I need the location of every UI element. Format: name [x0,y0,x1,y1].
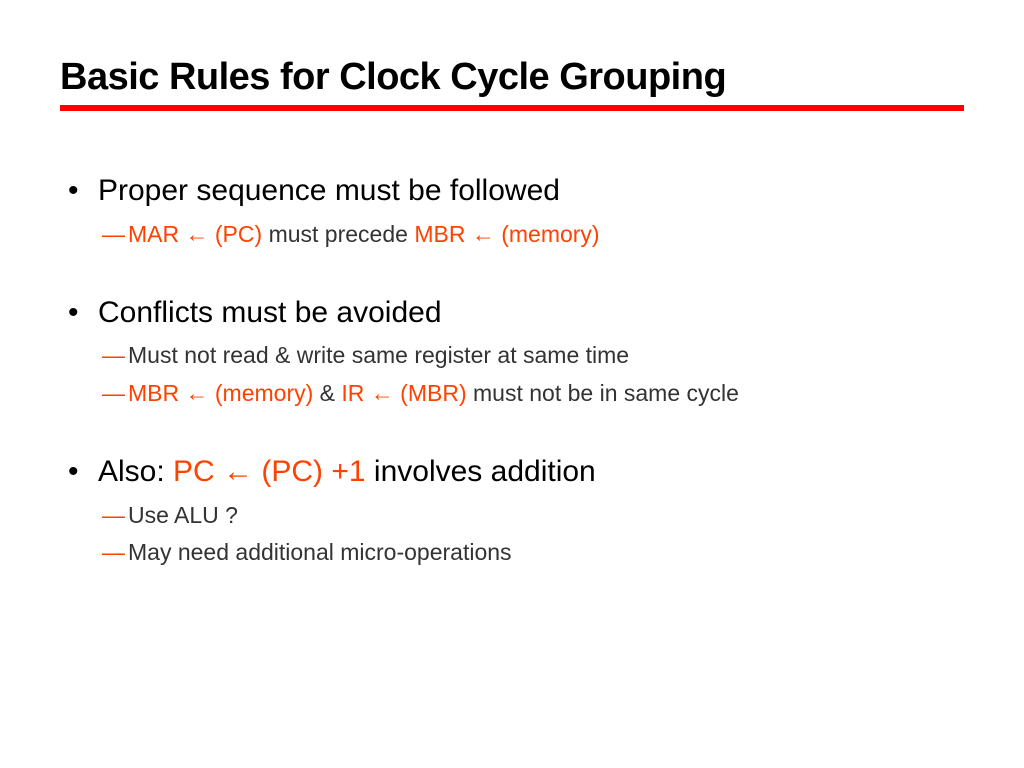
dash-icon: — [102,339,128,372]
sub-bullet-item: —MAR ← (PC) must precede MBR ← (memory) [102,218,964,251]
left-arrow-icon: ← [186,380,209,406]
highlight-text: MBR [414,221,472,247]
bullet-group: •Conflicts must be avoided —Must not read… [68,293,964,410]
body-text: Also: [98,455,173,488]
bullet-dot-icon: • [68,452,98,493]
bullet-text: Proper sequence must be followed [98,171,964,212]
slide-title: Basic Rules for Clock Cycle Grouping [60,56,964,105]
sub-bullet-item: —Must not read & write same register at … [102,339,964,372]
body-text: must precede [269,221,415,247]
body-text: involves addition [374,455,596,488]
bullet-group: •Proper sequence must be followed —MAR ← … [68,171,964,251]
highlight-text: (MBR) [394,380,473,406]
highlight-text: (memory) [209,380,320,406]
bullet-item: •Also: PC ← (PC) +1 involves addition [68,452,964,493]
highlight-text: (PC) +1 [253,455,374,488]
sub-bullet-item: —May need additional micro-operations [102,536,964,569]
dash-icon: — [102,536,128,569]
body-text: Must not read & write same register at s… [128,342,629,368]
bullet-text: Conflicts must be avoided [98,293,964,334]
left-arrow-icon: ← [223,455,253,488]
bullet-group: •Also: PC ← (PC) +1 involves addition —Us… [68,452,964,569]
title-underline [60,105,964,111]
dash-icon: — [102,377,128,410]
highlight-text: (PC) [209,221,269,247]
body-text: must not be in same cycle [473,380,739,406]
sub-bullet-text: Use ALU ? [128,499,964,532]
bullet-text: Also: PC ← (PC) +1 involves addition [98,452,964,493]
sub-bullet-item: —Use ALU ? [102,499,964,532]
body-text: Use ALU ? [128,502,238,528]
body-text: May need additional micro-operations [128,539,512,565]
bullet-item: •Conflicts must be avoided [68,293,964,334]
left-arrow-icon: ← [186,221,209,247]
bullet-item: •Proper sequence must be followed [68,171,964,212]
highlight-text: MAR [128,221,186,247]
sub-bullet-text: May need additional micro-operations [128,536,964,569]
body-text: & [320,380,342,406]
left-arrow-icon: ← [472,221,495,247]
title-block: Basic Rules for Clock Cycle Grouping [60,56,964,111]
dash-icon: — [102,218,128,251]
bullet-dot-icon: • [68,171,98,212]
bullet-dot-icon: • [68,293,98,334]
slide-content: •Proper sequence must be followed—MAR ← … [60,171,964,569]
highlight-text: PC [173,455,223,488]
dash-icon: — [102,499,128,532]
sub-bullet-item: —MBR ← (memory) & IR ← (MBR) must not be… [102,377,964,410]
sub-bullet-text: MBR ← (memory) & IR ← (MBR) must not be … [128,377,964,410]
highlight-text: (memory) [495,221,600,247]
highlight-text: MBR [128,380,186,406]
sub-bullet-text: Must not read & write same register at s… [128,339,964,372]
highlight-text: IR [341,380,370,406]
sub-bullet-text: MAR ← (PC) must precede MBR ← (memory) [128,218,964,251]
left-arrow-icon: ← [371,380,394,406]
